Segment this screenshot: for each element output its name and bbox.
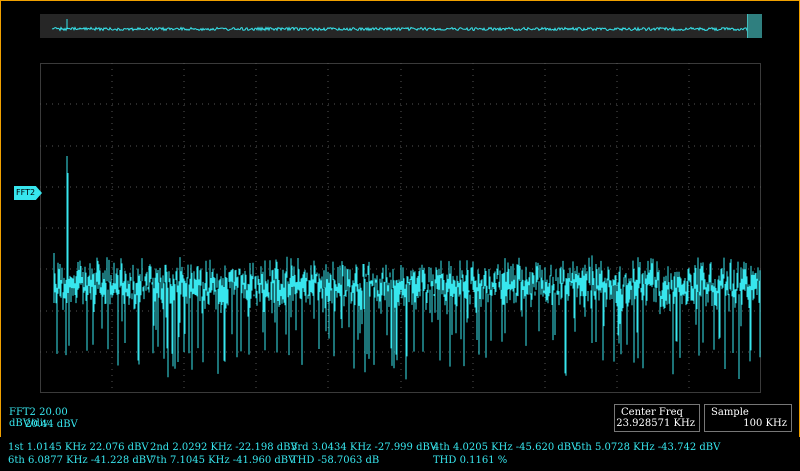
overview-trace [51,19,751,32]
overview-window-handle[interactable] [747,14,762,38]
harmonic-1st: 1st 1.0145 KHz 22.076 dBV [8,442,149,453]
fft-spectrum-trace [53,156,761,380]
thd-percent: THD 0.1161 % [433,455,508,466]
sample-value: 100 KHz [743,418,787,429]
center-freq-box[interactable]: Center Freq 23.928571 KHz [614,404,700,432]
fft-graticule[interactable] [40,63,761,393]
measurement-row-1: 1st 1.0145 KHz 22.076 dBV 2nd 2.0292 KHz… [8,442,788,454]
spectrum-display [40,63,761,393]
overview-waveform-line [51,26,751,32]
waveform-overview[interactable] [40,14,762,38]
measurement-row-2: 6th 6.0877 KHz -41.228 dBV 7th 7.1045 KH… [8,455,788,467]
sample-rate-box[interactable]: Sample 100 KHz [704,404,792,432]
harmonic-3rd: 3rd 3.0434 KHz -27.999 dBV [291,442,438,453]
sample-label: Sample [711,407,749,418]
harmonic-4th: 4th 4.0205 KHz -45.620 dBV [433,442,579,453]
harmonic-7th: 7th 7.1045 KHz -41.960 dBV [150,455,296,466]
harmonic-2nd: 2nd 2.0292 KHz -22.198 dBV [150,442,298,453]
center-freq-value: 23.928571 KHz [616,418,695,429]
reference-level: 20.44 dBV [25,419,78,430]
harmonic-6th: 6th 6.0877 KHz -41.228 dBV [8,455,154,466]
channel-scale-readout[interactable]: FFT2 20.00 dBV/div 20.44 dBV [5,405,100,431]
harmonic-5th: 5th 5.0728 KHz -43.742 dBV [575,442,721,453]
thd-db: THD -58.7063 dB [291,455,380,466]
center-freq-label: Center Freq [621,407,683,418]
